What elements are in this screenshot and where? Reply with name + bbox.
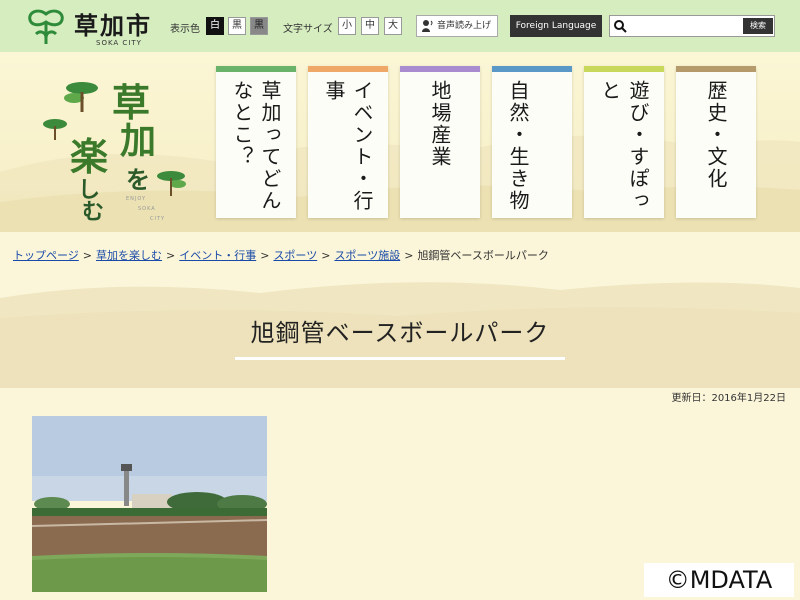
copyright-watermark: ©MDATA <box>644 563 794 597</box>
breadcrumb-link[interactable]: 草加を楽しむ <box>96 249 162 262</box>
breadcrumb-separator: > <box>404 249 414 262</box>
search-icon <box>614 20 627 33</box>
hero-title-char: 加 <box>120 120 157 162</box>
card-label: 自然・生き物 <box>506 80 530 212</box>
category-card-play-spots[interactable]: 遊び・すぽっと <box>584 66 664 218</box>
updated-date: 更新日：2016年1月22日 <box>671 393 786 404</box>
pine-tree-icon <box>157 171 186 196</box>
font-small-button[interactable]: 小 <box>338 17 356 35</box>
category-card-local-industry[interactable]: 地場産業 <box>400 66 480 218</box>
baseball-field-image <box>32 416 267 592</box>
category-card-events[interactable]: イベント・行事 <box>308 66 388 218</box>
site-logo[interactable]: 草加市 SOKA CITY <box>26 6 161 48</box>
search-input[interactable] <box>630 18 740 34</box>
category-card-about-soka[interactable]: 草加ってどんなとこ？ <box>216 66 296 218</box>
card-label: 遊び・すぽっと <box>598 80 650 212</box>
voice-reader-button[interactable]: 音声読み上げ <box>416 15 498 37</box>
title-underline <box>235 357 565 360</box>
hero-title-char: を <box>126 165 150 194</box>
enjoy-text: ENJOY <box>126 196 147 202</box>
pine-tree-icon <box>43 119 67 140</box>
breadcrumb-separator: > <box>166 249 176 262</box>
card-label: 地場産業 <box>428 80 452 168</box>
card-accent-bar <box>216 66 296 72</box>
breadcrumb-separator: > <box>260 249 270 262</box>
search-box: 検索 <box>609 15 775 37</box>
category-card-nature[interactable]: 自然・生き物 <box>492 66 572 218</box>
breadcrumb-current: 旭鋼管ベースボールパーク <box>417 249 549 262</box>
breadcrumb-link[interactable]: トップページ <box>13 249 79 262</box>
font-size-label: 文字サイズ <box>283 24 333 35</box>
card-accent-bar <box>400 66 480 72</box>
search-button[interactable]: 検索 <box>743 18 773 34</box>
font-medium-button[interactable]: 中 <box>361 17 379 35</box>
card-accent-bar <box>676 66 756 72</box>
color-black-button[interactable]: 黒 <box>228 17 246 35</box>
font-large-button[interactable]: 大 <box>384 17 402 35</box>
card-label: イベント・行事 <box>322 80 374 212</box>
logo-subtitle: SOKA CITY <box>96 39 142 47</box>
breadcrumb-link[interactable]: スポーツ <box>273 249 317 262</box>
speaker-person-icon <box>422 20 433 32</box>
card-label: 歴史・文化 <box>704 80 728 190</box>
color-white-button[interactable]: 白 <box>206 17 224 35</box>
breadcrumb-separator: > <box>82 249 92 262</box>
breadcrumb-separator: > <box>321 249 331 262</box>
hero-title-enjoy-soka: 草 加 を 楽 し む ENJOY SOKA CITY <box>40 72 190 225</box>
baseball-park-photo <box>32 416 267 592</box>
card-accent-bar <box>584 66 664 72</box>
breadcrumb-link[interactable]: スポーツ施設 <box>334 249 400 262</box>
enjoy-text: CITY <box>150 216 166 222</box>
page-title: 旭鋼管ベースボールパーク <box>250 319 550 347</box>
card-accent-bar <box>492 66 572 72</box>
pine-tree-icon <box>64 82 98 112</box>
card-label: 草加ってどんなとこ？ <box>230 80 282 212</box>
logo-text: 草加市 <box>74 12 152 40</box>
hero-title-char: む <box>82 199 105 225</box>
enjoy-text: SOKA <box>138 206 156 212</box>
city-emblem-icon <box>28 9 64 44</box>
breadcrumb: トップページ > 草加を楽しむ > イベント・行事 > スポーツ > スポーツ施設 > 旭鋼管ベース… <box>13 247 549 263</box>
display-color-label: 表示色 <box>170 24 200 35</box>
foreign-language-button[interactable]: Foreign Language <box>510 15 602 37</box>
category-card-history-culture[interactable]: 歴史・文化 <box>676 66 756 218</box>
breadcrumb-link[interactable]: イベント・行事 <box>179 249 256 262</box>
color-alt-button[interactable]: 黒 <box>250 17 268 35</box>
card-accent-bar <box>308 66 388 72</box>
voice-reader-label: 音声読み上げ <box>437 21 492 31</box>
top-bar: 草加市 SOKA CITY 表示色 白 黒 黒 文字サイズ 小 中 大 音声読み… <box>0 0 800 52</box>
